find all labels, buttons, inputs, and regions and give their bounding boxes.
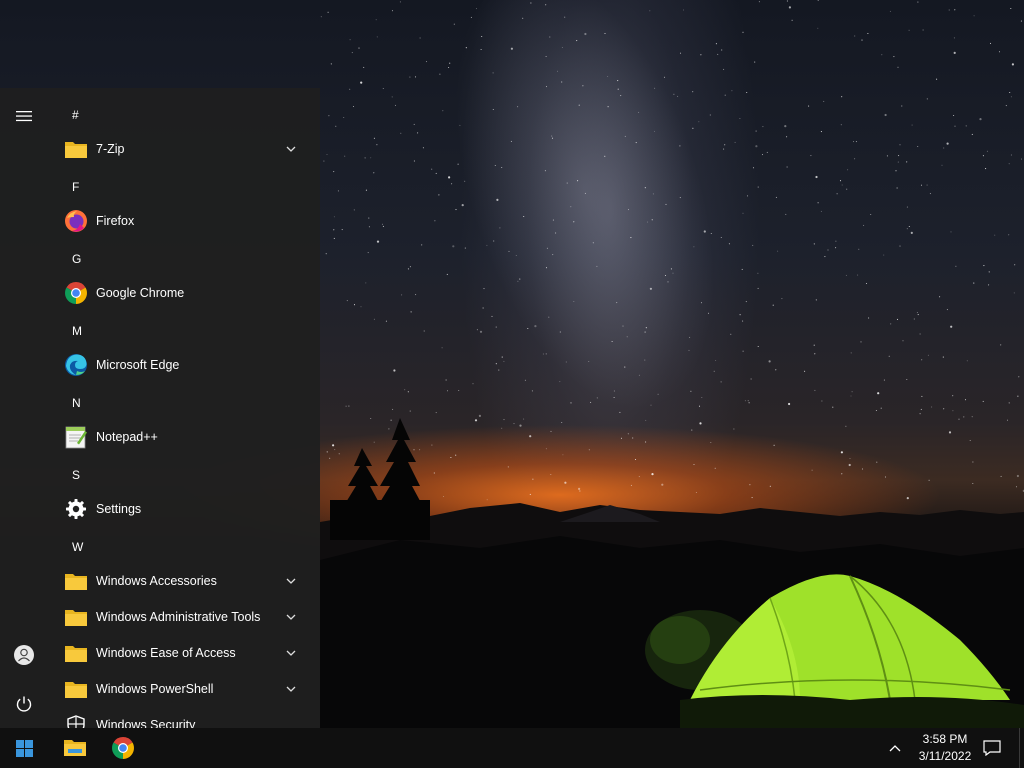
power-icon [16, 696, 32, 712]
start-button[interactable] [0, 728, 48, 768]
user-icon [14, 645, 34, 665]
app-windows-powershell[interactable]: Windows PowerShell [48, 671, 312, 707]
taskbar-google-chrome[interactable] [99, 728, 147, 768]
clock-time: 3:58 PM [922, 732, 968, 746]
start-menu-rail [0, 88, 48, 728]
folder-icon [62, 567, 90, 595]
app-label: Google Chrome [96, 286, 185, 300]
app-7-zip[interactable]: 7-Zip [48, 131, 312, 167]
chevron-down-icon[interactable] [284, 574, 298, 588]
notepad-plus-plus-icon [62, 423, 90, 451]
chevron-down-icon[interactable] [284, 682, 298, 696]
app-windows-accessories[interactable]: Windows Accessories [48, 563, 312, 599]
folder-icon [62, 639, 90, 667]
folder-icon [62, 603, 90, 631]
file-explorer-icon [64, 740, 86, 756]
app-settings[interactable]: Settings [48, 491, 312, 527]
app-notepad-plus-plus[interactable]: Notepad++ [48, 419, 312, 455]
section-header-hash[interactable]: # [48, 97, 304, 133]
gear-icon [62, 495, 90, 523]
section-header-s[interactable]: S [48, 457, 304, 493]
account-button[interactable] [0, 631, 48, 679]
taskbar-file-explorer[interactable] [51, 728, 99, 768]
chevron-down-icon[interactable] [284, 610, 298, 624]
app-label: Settings [96, 502, 142, 516]
app-list[interactable]: # 7-Zip F Firefox G Google Chrome M Micr… [48, 88, 320, 728]
app-label: Windows PowerShell [96, 682, 214, 696]
app-windows-administrative-tools[interactable]: Windows Administrative Tools [48, 599, 312, 635]
app-label: Microsoft Edge [96, 358, 180, 372]
app-windows-security[interactable]: Windows Security [48, 707, 312, 728]
show-hidden-icons-button[interactable] [882, 728, 908, 768]
system-clock[interactable]: 3:58 PM 3/11/2022 [913, 731, 977, 765]
app-label: Windows Security [96, 718, 196, 728]
chevron-up-icon [889, 745, 901, 752]
chrome-icon [112, 737, 134, 759]
action-center-button[interactable] [978, 728, 1006, 768]
section-header-n[interactable]: N [48, 385, 304, 421]
clock-date: 3/11/2022 [918, 749, 972, 763]
chevron-down-icon[interactable] [284, 646, 298, 660]
start-menu: # 7-Zip F Firefox G Google Chrome M Micr… [0, 88, 320, 728]
hamburger-icon [16, 111, 32, 122]
firefox-icon [62, 207, 90, 235]
folder-icon [62, 135, 90, 163]
app-microsoft-edge[interactable]: Microsoft Edge [48, 347, 312, 383]
expand-menu-button[interactable] [0, 92, 48, 140]
app-firefox[interactable]: Firefox [48, 203, 312, 239]
windows-logo-icon [15, 739, 33, 757]
app-label: 7-Zip [96, 142, 125, 156]
show-desktop-button[interactable] [1019, 728, 1024, 768]
section-header-f[interactable]: F [48, 169, 304, 205]
section-header-w[interactable]: W [48, 529, 304, 565]
app-google-chrome[interactable]: Google Chrome [48, 275, 312, 311]
power-button[interactable] [0, 680, 48, 728]
chevron-down-icon[interactable] [284, 142, 298, 156]
section-header-m[interactable]: M [48, 313, 304, 349]
taskbar: 3:58 PM 3/11/2022 [0, 728, 1024, 768]
action-center-icon [983, 740, 1001, 756]
edge-icon [62, 351, 90, 379]
app-label: Windows Administrative Tools [96, 610, 261, 624]
app-label: Windows Accessories [96, 574, 217, 588]
app-label: Firefox [96, 214, 135, 228]
shield-icon [62, 711, 90, 728]
chrome-icon [62, 279, 90, 307]
app-label: Windows Ease of Access [96, 646, 236, 660]
app-label: Notepad++ [96, 430, 158, 444]
folder-icon [62, 675, 90, 703]
section-header-g[interactable]: G [48, 241, 304, 277]
app-windows-ease-of-access[interactable]: Windows Ease of Access [48, 635, 312, 671]
